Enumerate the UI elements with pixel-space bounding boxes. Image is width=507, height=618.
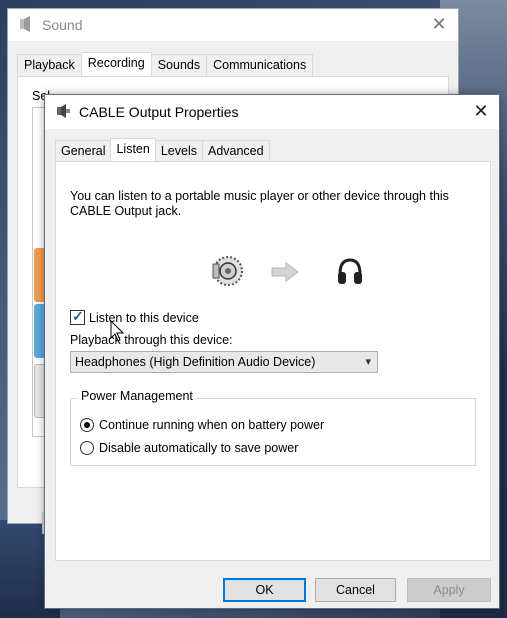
- playback-device-value: Headphones (High Definition Audio Device…: [75, 355, 316, 369]
- power-management-legend: Power Management: [78, 389, 196, 403]
- headphones-icon: [336, 256, 364, 291]
- disable-automatically-radio[interactable]: [80, 441, 94, 455]
- cancel-button[interactable]: Cancel: [315, 578, 396, 602]
- speaker-icon: [210, 254, 244, 291]
- tab-listen[interactable]: Listen: [110, 138, 156, 162]
- tab-communications[interactable]: Communications: [206, 54, 314, 76]
- sound-titlebar: Sound ✕: [8, 9, 458, 41]
- dialog-title: CABLE Output Properties: [79, 104, 239, 120]
- listen-checkbox[interactable]: [70, 308, 85, 325]
- tab-playback[interactable]: Playback: [17, 54, 82, 76]
- tab-advanced[interactable]: Advanced: [201, 140, 270, 162]
- sound-app-icon: [18, 15, 34, 35]
- radio-row-disable[interactable]: Disable automatically to save power: [80, 441, 298, 455]
- ok-button[interactable]: OK: [223, 578, 306, 602]
- listen-panel: You can listen to a portable music playe…: [55, 161, 491, 561]
- sound-window-title: Sound: [42, 17, 83, 33]
- power-management-group: [70, 398, 476, 466]
- dialog-tabs: General Listen Levels Advanced: [55, 138, 270, 162]
- tab-sounds[interactable]: Sounds: [150, 54, 208, 76]
- sound-tabs: Playback Recording Sounds Communications: [17, 52, 314, 76]
- radio-row-continue[interactable]: Continue running when on battery power: [80, 418, 324, 432]
- chevron-down-icon: ▾: [365, 356, 371, 368]
- apply-button[interactable]: Apply: [407, 578, 491, 602]
- dialog-app-icon: [55, 103, 71, 122]
- listen-checkbox-label[interactable]: Listen to this device: [89, 311, 199, 325]
- tab-recording[interactable]: Recording: [80, 52, 152, 76]
- playback-device-label: Playback through this device:: [70, 333, 233, 347]
- dialog-close-icon[interactable]: ✕: [471, 101, 491, 121]
- tab-general[interactable]: General: [55, 140, 112, 162]
- continue-running-radio[interactable]: [80, 418, 94, 432]
- listen-checkbox-row[interactable]: Listen to this device: [70, 308, 199, 325]
- sound-close-icon[interactable]: ✕: [430, 15, 448, 33]
- continue-running-label[interactable]: Continue running when on battery power: [99, 418, 324, 432]
- listen-description: You can listen to a portable music playe…: [70, 189, 449, 218]
- mouse-cursor-icon: [110, 319, 125, 342]
- arrow-right-icon: [270, 262, 300, 285]
- listen-icons: [202, 254, 362, 291]
- playback-device-select[interactable]: Headphones (High Definition Audio Device…: [70, 351, 378, 373]
- cable-output-properties-dialog: CABLE Output Properties ✕ General Listen…: [44, 94, 500, 609]
- disable-automatically-label[interactable]: Disable automatically to save power: [99, 441, 298, 455]
- dialog-titlebar: CABLE Output Properties ✕: [45, 95, 499, 129]
- tab-levels[interactable]: Levels: [154, 140, 203, 162]
